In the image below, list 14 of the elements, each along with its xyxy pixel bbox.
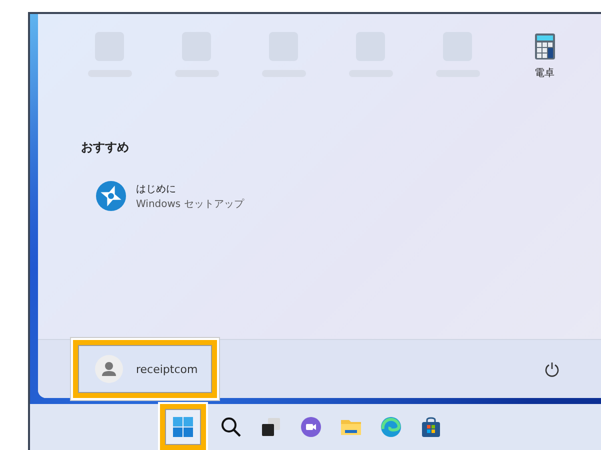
windows-logo-icon: [172, 416, 194, 438]
item-subtitle: Windows セットアップ: [136, 198, 244, 210]
overlapping-squares-icon: [260, 416, 282, 438]
video-chat-icon: [300, 416, 322, 438]
search-icon: [220, 416, 242, 438]
calculator-icon[interactable]: [534, 33, 554, 60]
app-label: 電卓: [534, 66, 554, 80]
section-title: おすすめ: [81, 140, 129, 154]
power-icon[interactable]: [544, 361, 560, 377]
browser-icon: [380, 416, 402, 438]
avatar-icon: [95, 355, 123, 383]
shopping-bag-icon: [420, 416, 442, 438]
setup-icon[interactable]: [96, 181, 126, 211]
item-title[interactable]: はじめに: [136, 182, 244, 196]
